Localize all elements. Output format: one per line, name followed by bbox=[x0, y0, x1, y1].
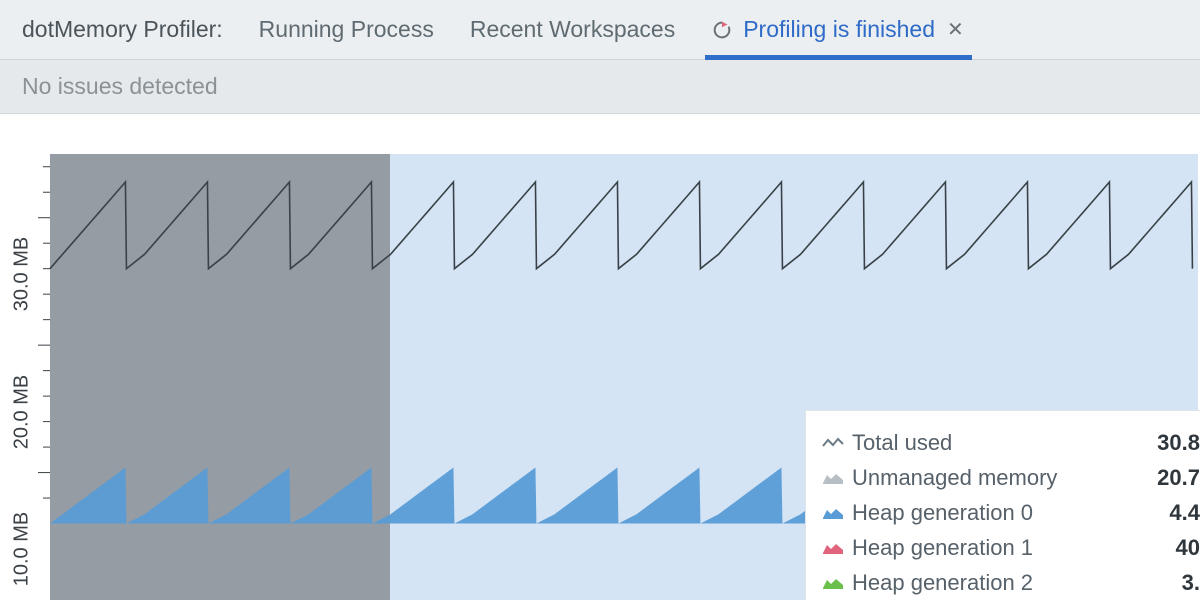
tab-running-process[interactable]: Running Process bbox=[259, 0, 434, 59]
area-icon bbox=[820, 506, 846, 520]
tab-label: Profiling is finished bbox=[743, 16, 935, 43]
legend-value: 30.8 bbox=[1148, 430, 1200, 456]
legend-row-heap0[interactable]: Heap generation 0 4.4 bbox=[820, 495, 1200, 530]
y-tick-label: 30.0 MB bbox=[11, 237, 34, 311]
area-icon bbox=[820, 541, 846, 555]
status-text: No issues detected bbox=[22, 73, 218, 100]
memory-timeline-chart[interactable]: 10.0 MB 20.0 MB 30.0 MB Total used 30.8 … bbox=[0, 114, 1200, 600]
tab-profiling-finished[interactable]: Profiling is finished ✕ bbox=[711, 0, 966, 59]
y-axis-labels: 10.0 MB 20.0 MB 30.0 MB bbox=[8, 114, 36, 600]
y-tick-label: 10.0 MB bbox=[11, 512, 34, 586]
legend-label: Total used bbox=[846, 430, 1148, 456]
tab-bar: dotMemory Profiler: Running Process Rece… bbox=[0, 0, 1200, 60]
legend-panel: Total used 30.8 Unmanaged memory 20.7 He… bbox=[805, 410, 1200, 600]
legend-label: Heap generation 0 bbox=[846, 500, 1148, 526]
legend-row-heap2[interactable]: Heap generation 2 3. bbox=[820, 565, 1200, 600]
legend-label: Heap generation 2 bbox=[846, 570, 1148, 596]
legend-value: 20.7 bbox=[1148, 465, 1200, 491]
area-icon bbox=[820, 576, 846, 590]
reload-icon bbox=[711, 19, 733, 41]
legend-row-total[interactable]: Total used 30.8 bbox=[820, 425, 1200, 460]
legend-row-unmanaged[interactable]: Unmanaged memory 20.7 bbox=[820, 460, 1200, 495]
legend-value: 4.4 bbox=[1148, 500, 1200, 526]
y-tick-label: 20.0 MB bbox=[11, 375, 34, 449]
legend-value: 3. bbox=[1148, 570, 1200, 596]
timeline-selection[interactable] bbox=[50, 154, 390, 600]
legend-label: Unmanaged memory bbox=[846, 465, 1148, 491]
tabbar-title: dotMemory Profiler: bbox=[22, 16, 223, 43]
legend-row-heap1[interactable]: Heap generation 1 40 bbox=[820, 530, 1200, 565]
close-icon[interactable]: ✕ bbox=[945, 17, 966, 42]
legend-label: Heap generation 1 bbox=[846, 535, 1148, 561]
legend-value: 40 bbox=[1148, 535, 1200, 561]
tab-recent-workspaces[interactable]: Recent Workspaces bbox=[470, 0, 675, 59]
tab-label: Recent Workspaces bbox=[470, 16, 675, 43]
area-icon bbox=[820, 471, 846, 485]
tab-label: Running Process bbox=[259, 16, 434, 43]
line-icon bbox=[820, 436, 846, 450]
y-axis-ticks bbox=[38, 167, 50, 498]
status-bar: No issues detected bbox=[0, 60, 1200, 114]
